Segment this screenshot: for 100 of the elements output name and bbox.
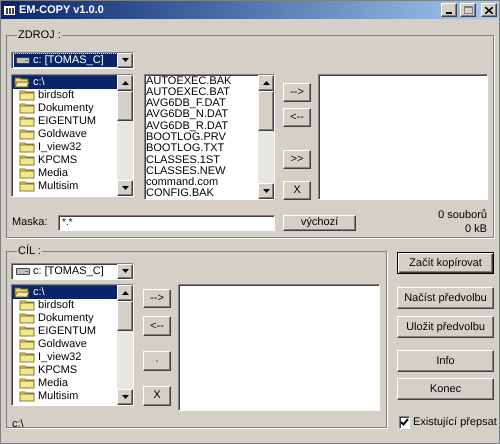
scroll-up-button[interactable] <box>117 284 133 300</box>
move-button[interactable]: · <box>143 351 171 371</box>
move-button[interactable]: --> <box>283 82 311 102</box>
file-item[interactable]: CLASSES.1ST <box>146 154 258 166</box>
folder-icon <box>19 167 35 179</box>
scroll-up-button[interactable] <box>117 74 133 90</box>
folder-item[interactable]: birdsoft <box>12 298 117 312</box>
folder-item[interactable]: I_view32 <box>12 350 117 364</box>
up-arrow-icon <box>122 80 128 84</box>
close-button[interactable] <box>481 3 497 17</box>
dropdown-button[interactable] <box>117 52 133 68</box>
folder-item[interactable]: Dokumenty <box>12 312 117 324</box>
scroll-thumb[interactable] <box>117 90 133 120</box>
folder-icon <box>19 180 35 192</box>
folder-item[interactable]: EIGENTUM <box>12 324 117 338</box>
up-arrow-icon <box>262 80 270 84</box>
folder-item[interactable]: Dokumenty <box>12 102 117 114</box>
drive-dropdown[interactable]: c: [TOMAS_C] <box>11 52 134 68</box>
down-arrow-icon <box>122 269 128 273</box>
total-size: 0 kB <box>464 222 487 236</box>
maximize-icon <box>464 6 472 14</box>
folder-item[interactable]: Multisim <box>12 390 117 402</box>
action-button[interactable]: Konec <box>397 378 494 400</box>
move-button[interactable]: X <box>143 386 171 406</box>
scroll-up-button[interactable] <box>258 74 274 90</box>
action-button[interactable]: Načíst předvolbu <box>397 287 494 309</box>
scroll-down-button[interactable] <box>258 182 274 198</box>
folder-icon <box>19 364 35 376</box>
mask-label: Maska: <box>11 215 48 230</box>
folder-item[interactable]: c:\ <box>12 76 117 88</box>
drive-label: c: [TOMAS_C] <box>33 54 104 66</box>
folder-icon <box>19 89 35 101</box>
maximize-button[interactable] <box>460 3 476 17</box>
folder-item[interactable]: KPCMS <box>12 364 117 376</box>
scroll-down-button[interactable] <box>117 388 133 404</box>
folder-icon <box>19 325 35 337</box>
folder-item[interactable]: c:\ <box>12 286 117 298</box>
move-button[interactable]: <-- <box>143 316 171 336</box>
scrollbar[interactable] <box>117 74 133 196</box>
dropdown-button[interactable] <box>117 264 133 278</box>
folder-icon <box>19 115 35 127</box>
minimize-button[interactable] <box>441 3 457 17</box>
file-item[interactable]: AVG6DB_N.DAT <box>146 109 258 121</box>
folder-icon <box>19 312 35 324</box>
file-item[interactable]: AUTOEXEC.BAT <box>146 86 258 98</box>
scroll-thumb[interactable] <box>258 90 274 130</box>
folder-item[interactable]: birdsoft <box>12 88 117 102</box>
file-item[interactable]: AUTOEXEC.BAK <box>146 76 258 87</box>
file-item[interactable]: BOOTLOG.PRV <box>146 132 258 144</box>
folder-item[interactable]: KPCMS <box>12 154 117 166</box>
folder-icon <box>19 299 35 311</box>
close-icon <box>485 6 493 14</box>
file-count: 0 souborů <box>438 208 487 222</box>
target-path: c:\ <box>11 416 25 432</box>
group-label: ZDROJ : <box>17 28 62 43</box>
folder-icon <box>19 351 35 363</box>
folder-item[interactable]: Goldwave <box>12 338 117 350</box>
file-item[interactable]: BOOTLOG.TXT <box>146 143 258 155</box>
default-button[interactable]: výchozí <box>283 214 356 230</box>
open-folder-icon <box>14 286 30 298</box>
folder-icon <box>19 141 35 153</box>
move-button[interactable]: X <box>283 180 311 200</box>
down-arrow-icon <box>122 58 128 62</box>
folder-item[interactable]: Multisim <box>12 180 117 192</box>
file-item[interactable]: AVG6DB_F.DAT <box>146 98 258 110</box>
file-item[interactable]: command.com <box>146 177 258 188</box>
open-folder-icon <box>14 76 30 88</box>
mask-field[interactable]: *.* <box>58 214 275 230</box>
down-arrow-icon <box>262 188 270 192</box>
action-button[interactable]: Uložit předvolbu <box>397 316 494 338</box>
scrollbar[interactable] <box>117 284 133 404</box>
drive-label: c: [TOMAS_C] <box>33 266 104 276</box>
drive-dropdown[interactable]: c: [TOMAS_C] <box>11 262 134 280</box>
scroll-thumb[interactable] <box>117 300 133 330</box>
file-item[interactable]: CONFIG.BAK <box>146 188 258 198</box>
move-button[interactable]: >> <box>283 150 311 168</box>
up-arrow-icon <box>122 290 128 294</box>
file-item[interactable]: CLASSES.NEW <box>146 166 258 178</box>
group-label: CÍL : <box>17 244 42 259</box>
action-button[interactable]: Začít kopírovat <box>397 252 494 274</box>
checkbox-label: Existující přepsat <box>413 415 497 430</box>
drive-icon <box>16 268 30 274</box>
file-item[interactable]: AVG6DB_R.DAT <box>146 120 258 132</box>
folder-item[interactable]: EIGENTUM <box>12 114 117 128</box>
overwrite-checkbox[interactable] <box>399 416 410 429</box>
folder-icon <box>19 128 35 140</box>
check-icon <box>400 418 409 426</box>
folder-icon <box>19 390 35 402</box>
move-button[interactable]: --> <box>143 288 171 308</box>
scrollbar[interactable] <box>258 74 274 198</box>
folder-icon <box>19 102 35 114</box>
app-icon <box>3 4 16 16</box>
folder-item[interactable]: I_view32 <box>12 140 117 154</box>
move-button[interactable]: <-- <box>283 108 311 126</box>
folder-item[interactable]: Goldwave <box>12 128 117 140</box>
scroll-down-button[interactable] <box>117 180 133 196</box>
folder-item[interactable]: Media <box>12 166 117 180</box>
folder-item[interactable]: Media <box>12 376 117 390</box>
folder-icon <box>19 154 35 166</box>
action-button[interactable]: Info <box>397 350 494 372</box>
